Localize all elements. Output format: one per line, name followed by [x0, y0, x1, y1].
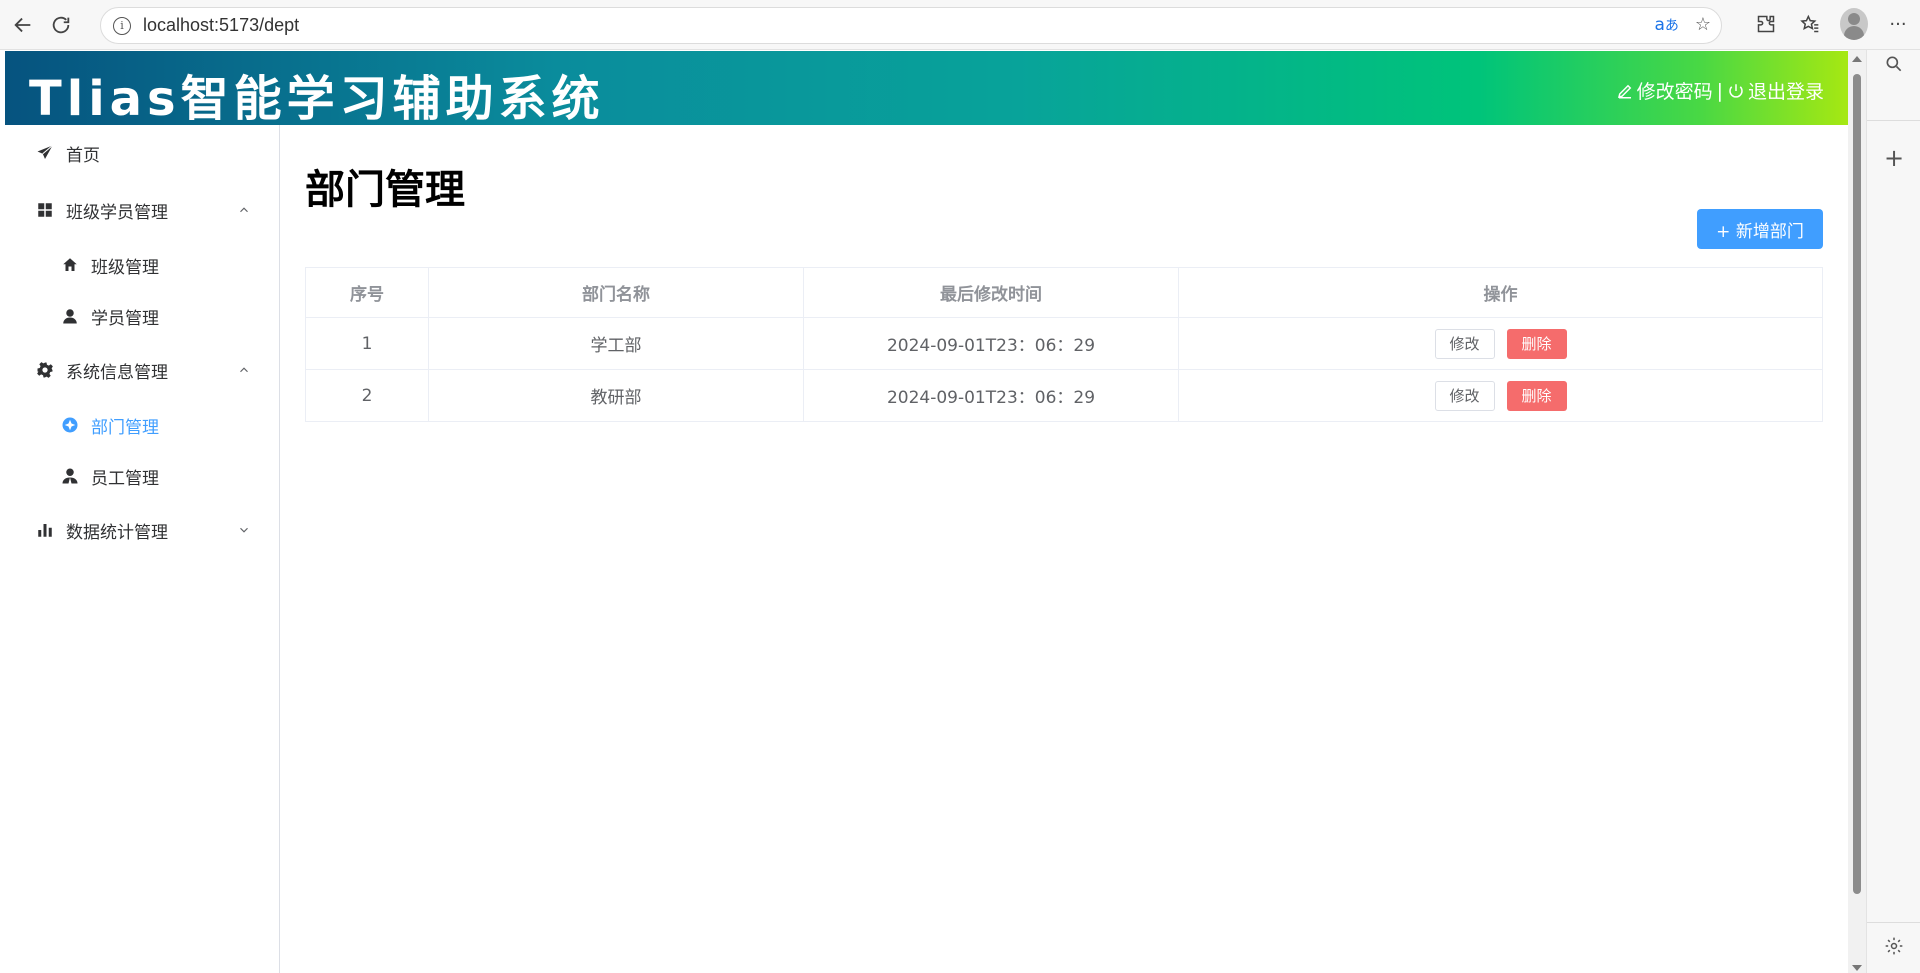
- menu-item-label: 班级学员管理: [66, 202, 168, 223]
- cell-updated: 2024-09-01T23：06：29: [803, 369, 1179, 422]
- menu-item-class-mgmt[interactable]: 班级管理: [5, 237, 279, 293]
- logout-label: 退出登录: [1747, 81, 1824, 103]
- menu-item-label: 数据统计管理: [66, 522, 168, 543]
- sidebar-settings-icon[interactable]: [1867, 936, 1920, 962]
- cell-actions: 修改 删除: [1178, 369, 1823, 422]
- scroll-up-arrow-icon[interactable]: [1852, 56, 1862, 62]
- header-separator: |: [1716, 79, 1723, 102]
- header-actions: 修改密码 | 退出登录: [1616, 77, 1824, 104]
- avatar-icon: [60, 466, 80, 486]
- favorite-star-icon[interactable]: ☆: [1695, 14, 1711, 35]
- menu-item-label: 学员管理: [91, 308, 159, 329]
- more-menu-icon[interactable]: ···: [1876, 8, 1920, 40]
- chevron-up-icon: [240, 207, 248, 213]
- edit-button[interactable]: 修改: [1434, 380, 1495, 411]
- user-icon: [60, 306, 80, 326]
- edit-pencil-icon: [1617, 84, 1631, 98]
- col-header-actions: 操作: [1178, 267, 1823, 318]
- favorites-icon[interactable]: [1788, 8, 1832, 40]
- menu-item-label: 班级管理: [91, 257, 159, 278]
- cell-name: 教研部: [428, 369, 804, 422]
- cell-actions: 修改 删除: [1178, 317, 1823, 370]
- delete-button[interactable]: 删除: [1506, 328, 1567, 359]
- app-title: Tlias智能学习辅助系统: [29, 71, 605, 127]
- page-scrollbar[interactable]: [1848, 50, 1866, 973]
- edit-button[interactable]: 修改: [1434, 328, 1495, 359]
- menu-group-class-student[interactable]: 班级学员管理: [5, 182, 279, 238]
- col-header-updated: 最后修改时间: [803, 267, 1179, 318]
- bar-chart-icon: [35, 520, 55, 540]
- sidebar-search-icon[interactable]: [1867, 54, 1920, 80]
- table-row: 1 学工部 2024-09-01T23：06：29 修改 删除: [305, 317, 1823, 370]
- menu-item-label: 系统信息管理: [66, 362, 168, 383]
- extensions-icon[interactable]: [1744, 8, 1788, 40]
- menu-group-system-info[interactable]: 系统信息管理: [5, 342, 279, 398]
- menu-item-label: 员工管理: [91, 468, 159, 489]
- back-icon[interactable]: [8, 10, 38, 40]
- sidebar-divider: [1867, 922, 1920, 923]
- table-header-row: 序号 部门名称 最后修改时间 操作: [305, 267, 1823, 318]
- logout-link[interactable]: 退出登录: [1727, 77, 1824, 104]
- home-icon: [60, 255, 80, 275]
- app-root: Tlias智能学习辅助系统 修改密码 | 退出登录 首页 班级学员管理 班级管理…: [5, 51, 1848, 973]
- address-bar[interactable]: i localhost:5173/dept aあ ☆: [100, 7, 1722, 44]
- scroll-thumb[interactable]: [1853, 74, 1861, 894]
- table-row: 2 教研部 2024-09-01T23：06：29 修改 删除: [305, 369, 1823, 422]
- grid-icon: [35, 200, 55, 220]
- delete-button[interactable]: 删除: [1506, 380, 1567, 411]
- sidebar-divider: [1867, 120, 1920, 121]
- browser-toolbar: i localhost:5173/dept aあ ☆ ···: [0, 0, 1920, 50]
- sidebar-add-icon[interactable]: +: [1867, 144, 1920, 172]
- cell-updated: 2024-09-01T23：06：29: [803, 317, 1179, 370]
- app-header: Tlias智能学习辅助系统 修改密码 | 退出登录: [5, 51, 1848, 127]
- menu-group-data-stats[interactable]: 数据统计管理: [5, 502, 279, 558]
- gear-icon: [35, 360, 55, 380]
- col-header-index: 序号: [305, 267, 429, 318]
- change-password-link[interactable]: 修改密码: [1616, 77, 1713, 104]
- menu-item-label: 首页: [66, 145, 100, 166]
- url-text: localhost:5173/dept: [143, 15, 300, 35]
- col-header-name: 部门名称: [428, 267, 804, 318]
- menu-item-student-mgmt[interactable]: 学员管理: [5, 288, 279, 344]
- page-title: 部门管理: [305, 167, 465, 213]
- power-icon: [1729, 83, 1743, 98]
- add-dept-button[interactable]: + 新增部门: [1697, 209, 1823, 249]
- cell-name: 学工部: [428, 317, 804, 370]
- profile-avatar[interactable]: [1840, 8, 1868, 40]
- menu-item-label: 部门管理: [91, 417, 159, 438]
- paper-plane-icon: [35, 143, 55, 163]
- chevron-up-icon: [240, 367, 248, 373]
- dept-table: 序号 部门名称 最后修改时间 操作 1 学工部 2024-09-01T23：06…: [305, 267, 1823, 422]
- translate-icon[interactable]: aあ: [1654, 15, 1678, 35]
- site-info-icon[interactable]: i: [113, 16, 131, 35]
- reload-icon[interactable]: [46, 10, 76, 40]
- translate-glyph: あ: [1664, 17, 1679, 34]
- help-circle-icon: [60, 415, 80, 435]
- browser-sidebar: +: [1866, 50, 1920, 973]
- menu-item-emp-mgmt[interactable]: 员工管理: [5, 448, 279, 504]
- cell-index: 1: [305, 317, 429, 370]
- menu-item-home[interactable]: 首页: [5, 125, 279, 181]
- change-password-label: 修改密码: [1636, 81, 1713, 103]
- cell-index: 2: [305, 369, 429, 422]
- menu-item-dept-mgmt[interactable]: 部门管理: [5, 397, 279, 453]
- scroll-down-arrow-icon[interactable]: [1852, 965, 1862, 971]
- sidebar-menu: 首页 班级学员管理 班级管理 学员管理 系统信息管理 部门管理 员工管理 数据统…: [5, 125, 280, 973]
- chevron-down-icon: [240, 527, 248, 533]
